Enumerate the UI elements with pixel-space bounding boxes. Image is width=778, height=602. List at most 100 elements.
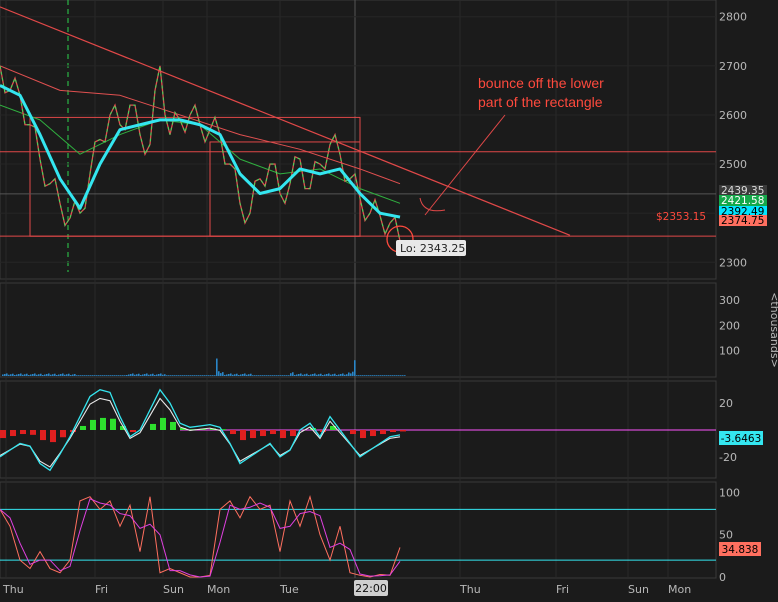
volume-bar [82, 375, 84, 376]
volume-bar [168, 375, 170, 376]
volume-bar [278, 375, 280, 376]
volume-bar [216, 358, 218, 376]
volume-bar [106, 375, 108, 376]
volume-tick-label: 300 [719, 294, 740, 307]
volume-bar [62, 373, 64, 376]
price-tick-label: 2500 [719, 158, 747, 171]
volume-bar [364, 375, 366, 376]
volume-bar [194, 375, 196, 376]
volume-bar [396, 375, 398, 376]
volume-bar [58, 374, 60, 376]
stochastic-value-label: 34.838 [722, 544, 759, 556]
volume-bar [382, 375, 384, 376]
volume-bar [118, 375, 120, 376]
volume-bar [44, 374, 46, 376]
chart-canvas[interactable]: Thu Fri Sun Mon Tue Thu Fri Sun Mon 2800 2700 2600… [0, 0, 778, 602]
volume-bar [328, 373, 330, 376]
x-tick-label: Sun [628, 583, 649, 596]
volume-bar [150, 374, 152, 376]
volume-bar [252, 375, 254, 376]
volume-bar [36, 374, 38, 376]
volume-bar [334, 373, 336, 376]
volume-bar [248, 374, 250, 376]
histogram-bar [80, 425, 86, 430]
volume-bar [378, 375, 380, 376]
volume-bar [384, 375, 386, 376]
histogram-bar [380, 430, 386, 435]
volume-bar [338, 374, 340, 376]
volume-bar [358, 375, 360, 376]
volume-bar [402, 375, 404, 376]
volume-bar [336, 374, 338, 376]
volume-bar [298, 373, 300, 376]
histogram-bar [390, 430, 396, 433]
volume-bar [236, 373, 238, 376]
volume-bar [354, 360, 356, 376]
volume-units-label: <thousands> [768, 292, 778, 368]
volume-bar [132, 373, 134, 376]
volume-bar [388, 375, 390, 376]
volume-bar [20, 373, 22, 376]
price-panel[interactable] [0, 0, 717, 280]
histogram-bar [230, 430, 236, 435]
volume-bar [122, 375, 124, 376]
volume-bar [370, 375, 372, 376]
volume-bar [342, 373, 344, 376]
volume-bar [140, 374, 142, 376]
volume-bar [238, 374, 240, 376]
volume-bar [392, 375, 394, 376]
volume-bar [204, 375, 206, 376]
volume-bar [120, 375, 122, 376]
volume-bar [356, 375, 358, 376]
volume-bar [60, 373, 62, 376]
volume-bar [68, 373, 70, 376]
volume-bar [254, 375, 256, 376]
volume-bar [182, 375, 184, 376]
volume-bar [102, 375, 104, 376]
histogram-bar [110, 418, 116, 430]
volume-bar [280, 375, 282, 376]
volume-bar [10, 374, 12, 376]
stochastic-panel[interactable] [0, 481, 717, 579]
volume-bar [144, 373, 146, 376]
volume-bar [188, 375, 190, 376]
volume-bar [314, 373, 316, 376]
volume-bar [52, 374, 54, 376]
volume-bar [282, 375, 284, 376]
stochastic-tick-label: 100 [719, 486, 740, 499]
volume-bar [246, 374, 248, 376]
volume-bar [288, 375, 290, 376]
x-tick-label: Tue [279, 583, 299, 596]
volume-bar [4, 373, 6, 376]
volume-bar [38, 374, 40, 376]
volume-bar [26, 373, 28, 376]
x-tick-label: Fri [556, 583, 569, 596]
volume-bar [360, 375, 362, 376]
low-callout-text: Lo: 2343.25 [400, 242, 465, 255]
volume-bar [316, 374, 318, 376]
volume-bar [32, 373, 34, 376]
volume-panel[interactable] [0, 282, 717, 378]
volume-bar [400, 375, 402, 376]
volume-bar [110, 375, 112, 376]
volume-bar [374, 375, 376, 376]
volume-bar [160, 373, 162, 376]
volume-bar [376, 375, 378, 376]
volume-bar [50, 374, 52, 376]
volume-bar [242, 373, 244, 376]
volume-bar [34, 373, 36, 376]
volume-bar [362, 375, 364, 376]
volume-bar [134, 374, 136, 376]
volume-bar [286, 375, 288, 376]
volume-bar [12, 373, 14, 376]
volume-bar [56, 374, 58, 376]
volume-bar [24, 374, 26, 376]
stochastic-tick-label: 0 [719, 571, 726, 584]
volume-bar [22, 374, 24, 376]
volume-bar [172, 375, 174, 376]
volume-bar [184, 375, 186, 376]
volume-bar [266, 375, 268, 376]
volume-bar [330, 374, 332, 376]
volume-bar [90, 375, 92, 376]
x-tick-label: Mon [207, 583, 230, 596]
